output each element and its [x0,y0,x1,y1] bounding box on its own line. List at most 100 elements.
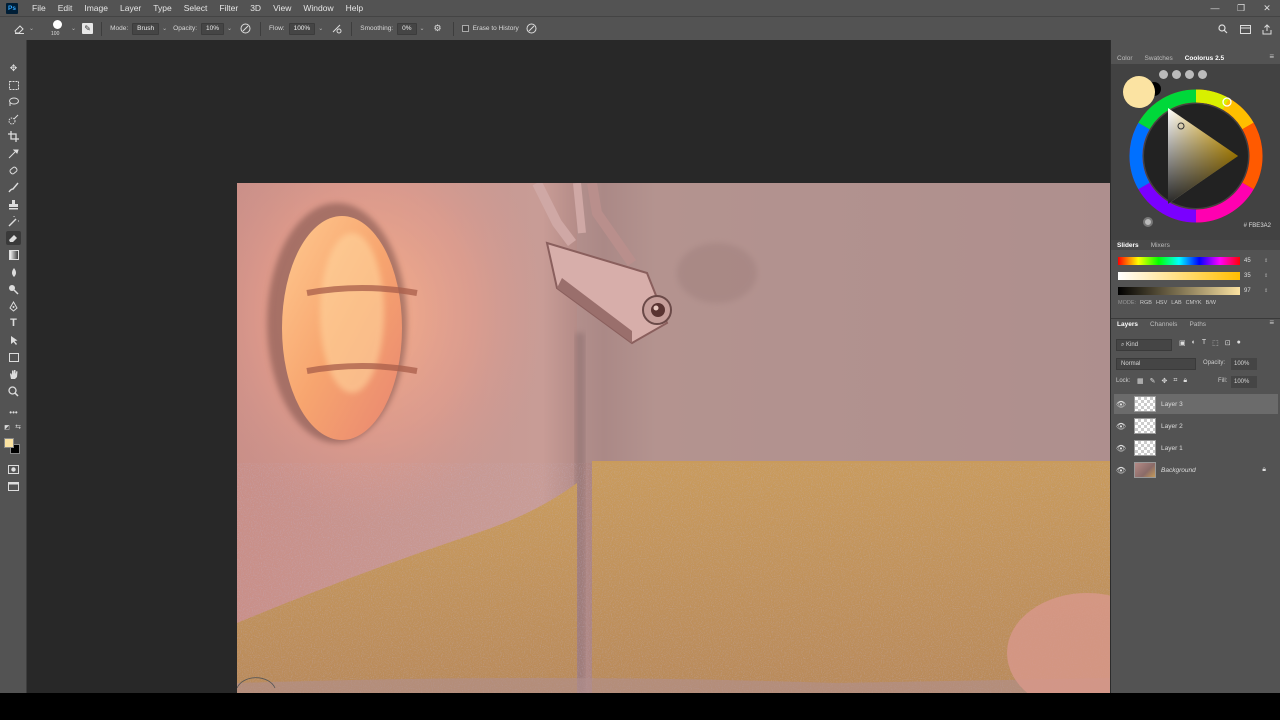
eraser-tool-icon[interactable] [6,231,21,245]
layer-row-layer-3[interactable]: 👁︎ Layer 3 [1114,394,1278,414]
pressure-size-icon[interactable] [525,22,539,36]
hue-value[interactable]: 45 [1244,257,1262,266]
preset-circle-icon[interactable] [1172,70,1181,79]
opacity-input[interactable]: 10% [201,22,225,35]
more-tools-icon[interactable]: ••• [6,405,21,419]
filter-shape-icon[interactable]: ⬚ [1212,339,1219,347]
brightness-value[interactable]: 97 [1244,287,1262,296]
saturation-spinner[interactable]: ⇕ [1264,273,1268,279]
crop-tool-icon[interactable] [6,129,21,143]
layers-panel-menu-icon[interactable]: ≡ [1269,318,1274,327]
flow-input[interactable]: 100% [288,22,316,35]
lock-artboard-icon[interactable]: ⌗ [1173,377,1177,385]
layer-row-layer-1[interactable]: 👁︎ Layer 1 [1114,438,1278,458]
layer-name[interactable]: Background [1161,467,1196,474]
swap-colors-icon[interactable]: ⇆ [13,423,23,431]
history-brush-tool-icon[interactable] [6,214,21,228]
mode-rgb[interactable]: RGB [1140,300,1152,306]
lock-transparent-icon[interactable]: ▦ [1137,377,1144,385]
gradient-tool-icon[interactable] [6,248,21,262]
menu-image[interactable]: Image [78,3,114,13]
zoom-tool-icon[interactable] [6,384,21,398]
color-wheel[interactable] [1126,86,1266,226]
filter-smart-icon[interactable]: ⊡ [1225,339,1231,347]
smoothing-caret[interactable]: ⌄ [420,25,425,32]
share-icon[interactable] [1260,22,1274,36]
tab-coolorus[interactable]: Coolorus 2.5 [1179,55,1230,62]
clone-stamp-tool-icon[interactable] [6,197,21,211]
flow-caret[interactable]: ⌄ [318,25,323,32]
layer-row-background[interactable]: 👁︎ Background 🔒︎ [1114,460,1278,480]
lasso-tool-icon[interactable] [6,95,21,109]
document-canvas[interactable] [237,183,1110,693]
preset-circle-icon[interactable] [1159,70,1168,79]
filter-adjustment-icon[interactable]: ◐ [1192,339,1196,347]
type-tool-icon[interactable]: T [6,316,21,330]
layer-name[interactable]: Layer 1 [1161,445,1183,452]
menu-edit[interactable]: Edit [52,3,79,13]
tab-swatches[interactable]: Swatches [1139,55,1179,62]
mode-cmyk[interactable]: CMYK [1186,300,1202,306]
tab-layers[interactable]: Layers [1111,321,1144,328]
tool-preset-dropdown[interactable]: ⌄ [29,25,34,32]
marquee-tool-icon[interactable] [6,78,21,92]
smoothing-input[interactable]: 0% [397,22,417,35]
hex-value[interactable]: # FBE3A2 [1244,223,1271,229]
quick-mask-icon[interactable] [6,462,21,476]
tab-sliders[interactable]: Sliders [1111,242,1145,249]
close-button[interactable]: ✕ [1254,0,1280,16]
eye-icon[interactable]: 👁︎ [1114,444,1128,453]
settings-gear-icon[interactable] [1143,217,1153,227]
pen-tool-icon[interactable] [6,299,21,313]
default-colors-icon[interactable]: ◩ [2,423,12,431]
hand-tool-icon[interactable] [6,367,21,381]
workspace-icon[interactable] [1238,22,1252,36]
menu-window[interactable]: Window [297,3,339,13]
fill-input[interactable]: 100% [1231,376,1257,388]
foreground-color-preview[interactable] [1123,76,1155,108]
path-selection-tool-icon[interactable] [6,333,21,347]
brightness-spinner[interactable]: ⇕ [1264,288,1268,294]
hue-spinner[interactable]: ⇕ [1264,258,1268,264]
layer-opacity-input[interactable]: 100% [1231,358,1257,370]
brightness-slider[interactable]: 97 ⇕ [1118,286,1278,296]
menu-type[interactable]: Type [147,3,177,13]
layer-name[interactable]: Layer 2 [1161,423,1183,430]
saturation-value[interactable]: 35 [1244,272,1262,281]
brush-preset-caret[interactable]: ⌄ [71,25,76,32]
filter-type-icon[interactable]: T [1202,339,1206,347]
brush-tool-icon[interactable] [6,180,21,194]
mode-lab[interactable]: LAB [1171,300,1181,306]
dodge-tool-icon[interactable] [6,282,21,296]
filter-kind-select[interactable]: ⌕ Kind [1116,339,1172,351]
pressure-opacity-icon[interactable] [238,22,252,36]
filter-pixel-icon[interactable]: ▣ [1179,339,1186,347]
tab-paths[interactable]: Paths [1183,321,1212,328]
preset-circle-icon[interactable] [1198,70,1207,79]
opacity-caret[interactable]: ⌄ [227,25,232,32]
move-tool-icon[interactable]: ✥ [6,61,21,75]
mode-caret[interactable]: ⌄ [162,25,167,32]
screen-mode-icon[interactable] [6,479,21,493]
eraser-icon[interactable] [12,22,26,36]
mode-hsv[interactable]: HSV [1156,300,1167,306]
menu-select[interactable]: Select [178,3,214,13]
hue-slider[interactable]: 45 ⇕ [1118,256,1278,266]
menu-3d[interactable]: 3D [244,3,267,13]
menu-help[interactable]: Help [340,3,369,13]
panel-menu-icon[interactable]: ≡ [1269,52,1274,61]
mode-select[interactable]: Brush [132,22,160,35]
quick-select-tool-icon[interactable] [6,112,21,126]
eye-icon[interactable]: 👁︎ [1114,466,1128,475]
blur-tool-icon[interactable] [6,265,21,279]
airbrush-icon[interactable] [329,22,343,36]
eye-icon[interactable]: 👁︎ [1114,400,1128,409]
menu-file[interactable]: File [26,3,52,13]
eyedropper-tool-icon[interactable] [6,146,21,160]
lock-all-icon[interactable]: 🔒︎ [1183,377,1187,385]
filter-toggle-icon[interactable]: ● [1237,339,1241,347]
healing-brush-tool-icon[interactable] [6,163,21,177]
eye-icon[interactable]: 👁︎ [1114,422,1128,431]
minimize-button[interactable]: — [1202,0,1228,16]
saturation-slider[interactable]: 35 ⇕ [1118,271,1278,281]
